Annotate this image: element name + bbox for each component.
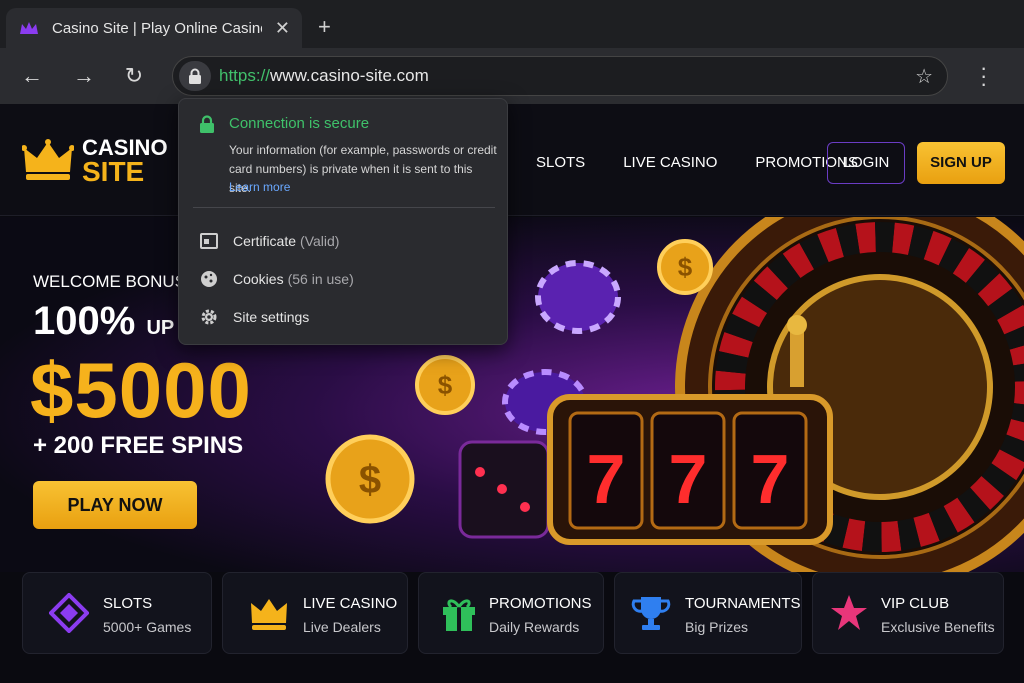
card-live-casino[interactable]: LIVE CASINO Live Dealers [222,572,408,654]
category-cards: SLOTS 5000+ Games LIVE CASINO Live Deale… [22,572,1004,656]
play-now-button[interactable]: PLAY NOW [33,481,197,529]
card-vip-club[interactable]: VIP CLUB Exclusive Benefits [812,572,1004,654]
welcome-bonus-label: WELCOME BONUS [33,272,187,291]
certificate-icon [200,233,218,249]
certificate-row[interactable]: Certificate (Valid) [199,229,339,253]
close-tab-icon[interactable]: ✕ [275,18,290,39]
card-subtitle: Exclusive Benefits [881,619,995,635]
star-icon [831,595,867,630]
browser-menu-icon[interactable]: · · · [980,57,987,95]
crown-icon [251,599,287,630]
card-title: LIVE CASINO [303,595,398,612]
svg-text:$: $ [359,458,381,502]
certificate-label: Certificate [233,233,297,249]
tab-title: Casino Site | Play Online Casino Games [52,19,262,37]
url-text[interactable]: https://www.casino-site.com [219,66,429,86]
reel-symbol-1: 7 [587,440,626,518]
crown-favicon-icon [20,22,38,34]
card-slots[interactable]: SLOTS 5000+ Games [22,572,212,654]
site-settings-row[interactable]: Site settings [199,305,309,329]
card-tournaments[interactable]: TOURNAMENTS Big Prizes [614,572,802,654]
card-subtitle: 5000+ Games [103,619,192,635]
login-button[interactable]: LOGIN [827,142,905,184]
card-title: TOURNAMENTS [685,595,801,612]
back-icon[interactable]: ← [18,62,46,90]
site-logo[interactable]: CASINO SITE [22,136,168,187]
gift-icon [443,599,475,631]
site-security-popup: Connection is secure Your information (f… [178,98,508,345]
nav-live-casino[interactable]: LIVE CASINO [623,154,717,171]
cookies-count: (56 in use) [287,271,354,287]
card-title: PROMOTIONS [489,595,592,612]
bookmark-star-icon[interactable]: ☆ [915,64,933,89]
card-title: SLOTS [103,595,153,612]
nav-slots[interactable]: SLOTS [536,154,585,171]
reload-icon[interactable]: ↻ [120,62,148,90]
browser-tab-bar: Casino Site | Play Online Casino Games ✕… [0,0,1024,48]
bonus-amount: $5000 [30,346,252,434]
gear-icon [201,309,217,325]
browser-tab[interactable]: Casino Site | Play Online Casino Games ✕ [6,8,302,48]
hero-banner: $ $ $ 7 7 7 WELCOME BONUS 100% UP TO $50… [0,217,1024,572]
address-bar[interactable]: https://www.casino-site.com ☆ [172,56,948,96]
site-header: CASINO SITE SLOTS LIVE CASINO PROMOTIONS… [0,104,1024,216]
diamond-icon [49,593,89,633]
card-subtitle: Big Prizes [685,619,749,635]
popup-divider [193,207,495,208]
card-promotions[interactable]: PROMOTIONS Daily Rewards [418,572,604,654]
site-info-button[interactable] [179,61,211,91]
card-subtitle: Live Dealers [303,619,381,635]
card-title: VIP CLUB [881,595,950,612]
lock-icon [189,68,201,84]
svg-text:$: $ [678,252,693,282]
cookie-icon [201,271,217,287]
lock-icon [200,115,214,133]
forward-icon[interactable]: → [70,62,98,90]
free-spins-label: + 200 FREE SPINS [33,432,244,459]
trophy-icon [631,597,671,630]
site-settings-label: Site settings [233,309,310,325]
reel-symbol-3: 7 [751,440,790,518]
svg-text:$: $ [438,370,453,400]
cookies-row[interactable]: Cookies (56 in use) [199,267,354,291]
certificate-status: (Valid) [300,233,340,249]
cookies-label: Cookies [233,271,284,287]
crown-logo-icon [22,139,74,180]
card-subtitle: Daily Rewards [489,619,580,635]
learn-more-link[interactable]: Learn more [229,180,290,194]
reel-symbol-2: 7 [669,440,708,518]
signup-button[interactable]: SIGN UP [917,142,1005,184]
logo-text-site: SITE [82,156,145,187]
connection-secure-title: Connection is secure [229,115,370,132]
browser-toolbar: ← → ↻ https://www.casino-site.com ☆ · · · [0,48,1024,104]
new-tab-icon[interactable]: + [318,14,331,40]
